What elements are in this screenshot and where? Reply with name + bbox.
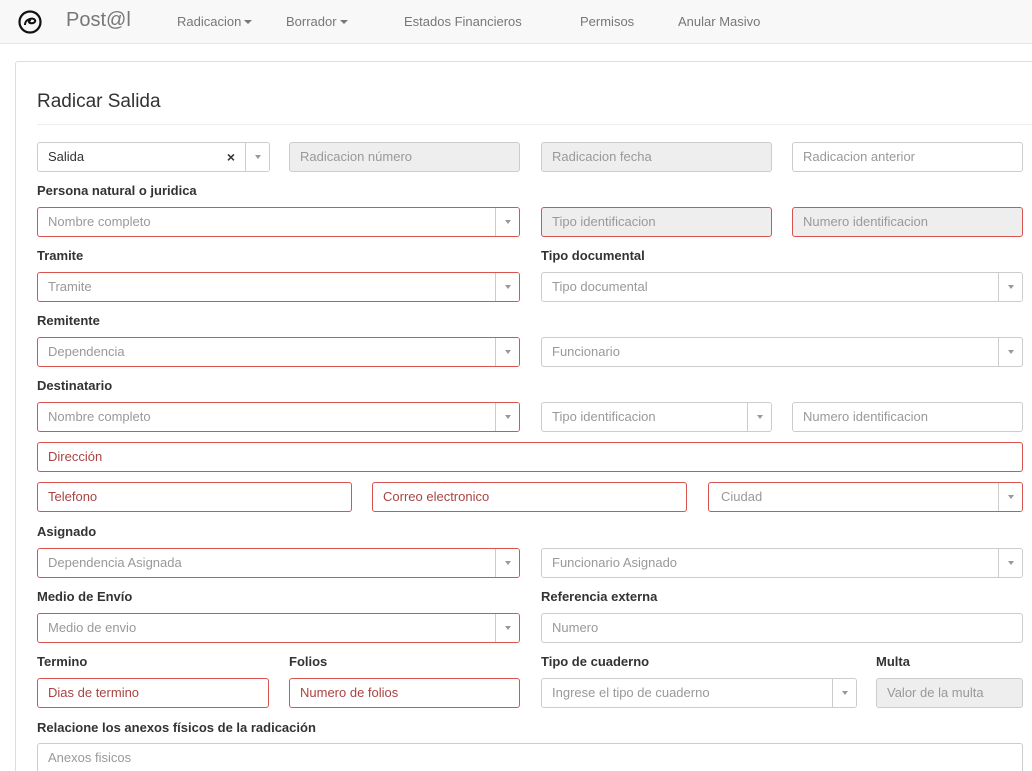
destinatario-tipo-id-select[interactable]: Tipo identificacion bbox=[541, 402, 772, 432]
asignado-label: Asignado bbox=[37, 524, 97, 539]
title-divider bbox=[37, 124, 1032, 125]
tipo-documental-placeholder: Tipo documental bbox=[552, 279, 648, 294]
persona-label: Persona natural o juridica bbox=[37, 183, 197, 198]
asignado-funcionario-select[interactable]: Funcionario Asignado bbox=[541, 548, 1023, 578]
caret-down-icon bbox=[244, 20, 253, 24]
chevron-down-icon[interactable] bbox=[245, 143, 269, 171]
caret-down-icon bbox=[339, 20, 348, 24]
chevron-down-icon[interactable] bbox=[747, 403, 771, 431]
spiral-logo-icon[interactable] bbox=[18, 10, 42, 34]
telefono-input[interactable]: Telefono bbox=[37, 482, 352, 512]
direccion-input[interactable]: Dirección bbox=[37, 442, 1023, 472]
destinatario-label: Destinatario bbox=[37, 378, 113, 393]
correo-input[interactable]: Correo electronico bbox=[372, 482, 687, 512]
remitente-label: Remitente bbox=[37, 313, 100, 328]
medio-envio-label: Medio de Envío bbox=[37, 589, 133, 604]
ciudad-select[interactable]: Ciudad bbox=[708, 482, 1023, 512]
tipo-cuaderno-label: Tipo de cuaderno bbox=[541, 654, 650, 669]
tipo-radicacion-value: Salida bbox=[48, 149, 85, 164]
nav-estados-financieros[interactable]: Estados Financieros bbox=[404, 14, 522, 29]
termino-input[interactable]: Dias de termino bbox=[37, 678, 269, 708]
chevron-down-icon[interactable] bbox=[495, 403, 519, 431]
nav-radicacion-label: Radicacion bbox=[177, 14, 242, 29]
asignado-dependencia-select[interactable]: Dependencia Asignada bbox=[37, 548, 520, 578]
nav-borrador-label: Borrador bbox=[286, 14, 337, 29]
destinatario-tipo-id-placeholder: Tipo identificacion bbox=[552, 409, 656, 424]
anexos-label: Relacione los anexos físicos de la radic… bbox=[37, 720, 316, 735]
clear-icon[interactable]: × bbox=[227, 143, 235, 171]
persona-tipo-id-input[interactable]: Tipo identificacion bbox=[541, 207, 772, 237]
nav-radicacion-dropdown[interactable]: Radicacion bbox=[177, 14, 253, 29]
chevron-down-icon[interactable] bbox=[495, 338, 519, 366]
top-navbar: Post@l Radicacion Borrador Estados Finan… bbox=[0, 0, 1032, 44]
nav-permisos[interactable]: Permisos bbox=[580, 14, 634, 29]
multa-input[interactable]: Valor de la multa bbox=[876, 678, 1023, 708]
tramite-placeholder: Tramite bbox=[48, 279, 92, 294]
asignado-dependencia-placeholder: Dependencia Asignada bbox=[48, 555, 182, 570]
destinatario-nombre-select[interactable]: Nombre completo bbox=[37, 402, 520, 432]
radicacion-fecha-input[interactable]: Radicacion fecha bbox=[541, 142, 772, 172]
anexos-input[interactable]: Anexos fisicos bbox=[37, 743, 1023, 771]
tramite-select[interactable]: Tramite bbox=[37, 272, 520, 302]
persona-numero-id-input[interactable]: Numero identificacion bbox=[792, 207, 1023, 237]
medio-envio-placeholder: Medio de envio bbox=[48, 620, 137, 635]
chevron-down-icon[interactable] bbox=[832, 679, 856, 707]
remitente-funcionario-placeholder: Funcionario bbox=[552, 344, 620, 359]
nav-borrador-dropdown[interactable]: Borrador bbox=[286, 14, 348, 29]
folios-label: Folios bbox=[289, 654, 328, 669]
page-title: Radicar Salida bbox=[37, 91, 161, 112]
chevron-down-icon[interactable] bbox=[998, 338, 1022, 366]
remitente-dependencia-select[interactable]: Dependencia bbox=[37, 337, 520, 367]
remitente-funcionario-select[interactable]: Funcionario bbox=[541, 337, 1023, 367]
remitente-dependencia-placeholder: Dependencia bbox=[48, 344, 125, 359]
termino-label: Termino bbox=[37, 654, 88, 669]
chevron-down-icon[interactable] bbox=[998, 549, 1022, 577]
chevron-down-icon[interactable] bbox=[495, 614, 519, 642]
persona-nombre-placeholder: Nombre completo bbox=[48, 214, 151, 229]
destinatario-numero-id-input[interactable]: Numero identificacion bbox=[792, 402, 1023, 432]
persona-nombre-select[interactable]: Nombre completo bbox=[37, 207, 520, 237]
chevron-down-icon[interactable] bbox=[998, 273, 1022, 301]
tipo-cuaderno-placeholder: Ingrese el tipo de cuaderno bbox=[552, 685, 710, 700]
referencia-externa-label: Referencia externa bbox=[541, 589, 658, 604]
multa-label: Multa bbox=[876, 654, 910, 669]
chevron-down-icon[interactable] bbox=[998, 483, 1022, 511]
nav-anular-masivo[interactable]: Anular Masivo bbox=[678, 14, 760, 29]
radicacion-anterior-input[interactable]: Radicacion anterior bbox=[792, 142, 1023, 172]
chevron-down-icon[interactable] bbox=[495, 273, 519, 301]
chevron-down-icon[interactable] bbox=[495, 208, 519, 236]
medio-envio-select[interactable]: Medio de envio bbox=[37, 613, 520, 643]
radicacion-numero-input[interactable]: Radicacion número bbox=[289, 142, 520, 172]
asignado-funcionario-placeholder: Funcionario Asignado bbox=[552, 555, 678, 570]
tramite-label: Tramite bbox=[37, 248, 84, 263]
tipo-documental-label: Tipo documental bbox=[541, 248, 645, 263]
tipo-radicacion-select[interactable]: Salida × bbox=[37, 142, 270, 172]
tipo-documental-select[interactable]: Tipo documental bbox=[541, 272, 1023, 302]
tipo-cuaderno-select[interactable]: Ingrese el tipo de cuaderno bbox=[541, 678, 857, 708]
folios-input[interactable]: Numero de folios bbox=[289, 678, 520, 708]
brand-name[interactable]: Post@l bbox=[66, 9, 131, 32]
referencia-externa-input[interactable]: Numero bbox=[541, 613, 1023, 643]
destinatario-nombre-placeholder: Nombre completo bbox=[48, 409, 151, 424]
chevron-down-icon[interactable] bbox=[495, 549, 519, 577]
ciudad-placeholder: Ciudad bbox=[721, 489, 763, 504]
